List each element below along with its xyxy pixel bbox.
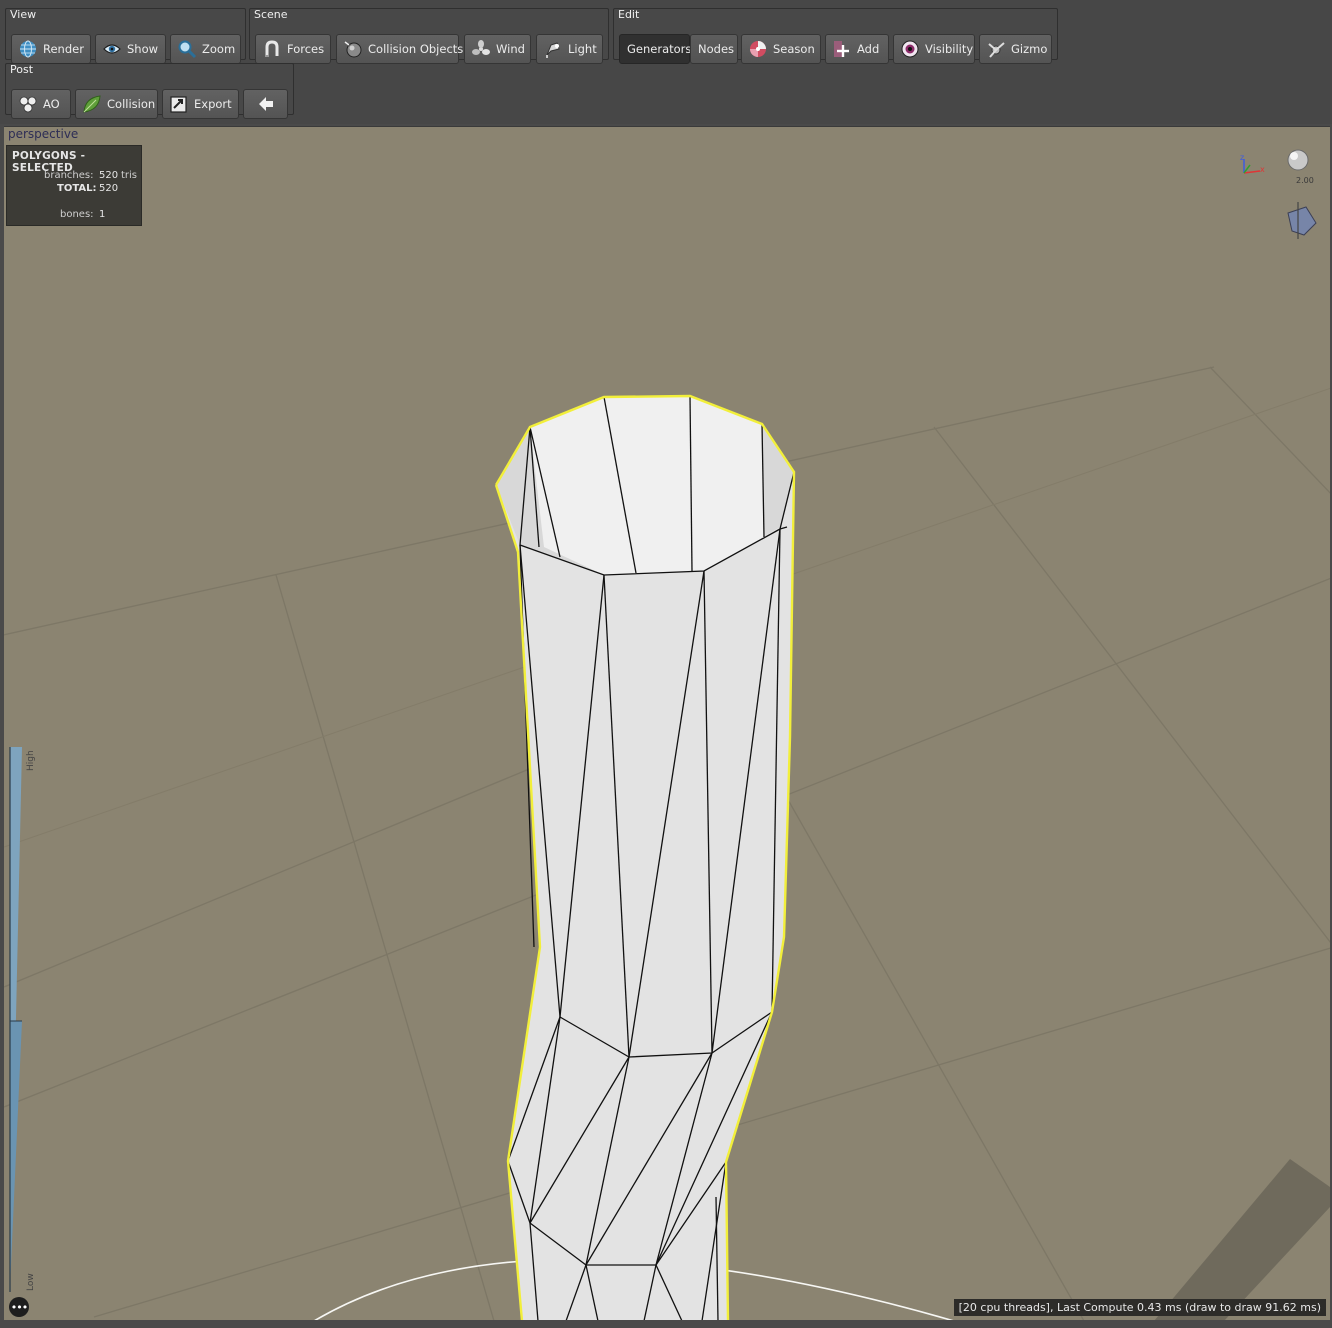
collision-sphere-icon [343,39,363,59]
ao-button[interactable]: AO [11,89,71,119]
bones-label: bones: [60,209,94,220]
bottom-strip [0,1320,1332,1328]
season-label: Season [773,42,815,56]
spotlight-icon [543,39,563,59]
export-label: Export [194,97,232,111]
edit-group-title: Edit [618,8,640,21]
fan-icon [471,39,491,59]
more-options-button[interactable]: ••• [9,1297,29,1317]
magnifier-icon [177,39,197,59]
status-bar: [20 cpu threads], Last Compute 0.43 ms (… [953,1299,1326,1316]
edit-group: Edit Generators Nodes Season Add Visibil… [613,8,1058,64]
show-label: Show [127,42,159,56]
shadow-shape [1154,1159,1330,1320]
light-button[interactable]: Light [536,34,603,64]
gauge-low-label: Low [26,1273,36,1291]
globe-icon [18,39,38,59]
zoom-label: Zoom [202,42,236,56]
camera-light-icon[interactable] [1287,149,1309,171]
ao-label: AO [43,97,60,111]
trunk-mesh[interactable] [494,394,796,1320]
generators-tab[interactable]: Generators [619,34,692,64]
toolbar-area: View Render Show Zoom Scene Forces Colli… [0,0,1332,124]
view-group-title: View [10,8,37,21]
gizmo-scale-value: 2.00 [1296,176,1314,185]
gizmo-button[interactable]: Gizmo [979,34,1052,64]
total-value: 520 [99,183,119,194]
collision-objects-label: Collision Objects [368,42,464,56]
axis-indicator [1243,159,1261,174]
add-button[interactable]: Add [825,34,889,64]
scene-group: Scene Forces Collision Objects Wind Ligh… [249,8,609,64]
zoom-button[interactable]: Zoom [170,34,241,64]
nodes-label: Nodes [698,42,735,56]
gauge-high-label: High [26,750,36,771]
post-group-title: Post [10,63,34,76]
view-group: View Render Show Zoom [5,8,246,64]
magnet-icon [262,39,282,59]
back-arrow-icon [256,94,276,114]
axis-x-label: x [1260,165,1265,174]
axis-z-label: z [1240,153,1245,162]
render-button[interactable]: Render [11,34,91,64]
add-plus-icon [832,39,852,59]
forces-button[interactable]: Forces [255,34,331,64]
branches-value: 520 [99,170,119,181]
scene-group-title: Scene [254,8,288,21]
forces-label: Forces [287,42,325,56]
view-cube-icon[interactable] [1287,202,1317,239]
ao-spheres-icon [18,94,38,114]
total-label: TOTAL: [57,183,97,194]
post-group: Post AO Collision Export [5,63,294,119]
camera-label[interactable]: perspective [8,127,78,141]
3d-viewport[interactable]: perspective POLYGONS - SELECTED branches… [4,126,1330,1320]
polygon-stats-panel: POLYGONS - SELECTED branches: 520 tris T… [6,145,142,226]
export-button[interactable]: Export [162,89,239,119]
gizmo-label: Gizmo [1011,42,1048,56]
season-wheel-icon [748,39,768,59]
export-icon [169,94,189,114]
back-button[interactable] [243,89,288,119]
wind-label: Wind [496,42,525,56]
lod-gauge [9,747,22,1292]
wind-button[interactable]: Wind [464,34,531,64]
collision-objects-button[interactable]: Collision Objects [336,34,463,64]
generators-label: Generators [627,42,692,56]
leaf-icon [82,94,102,114]
collision-label: Collision [107,97,156,111]
render-label: Render [43,42,84,56]
visibility-label: Visibility [925,42,974,56]
branches-unit: tris [121,170,138,181]
add-label: Add [857,42,880,56]
bones-value: 1 [99,209,106,220]
visibility-eye-icon [900,39,920,59]
light-label: Light [568,42,597,56]
collision-button[interactable]: Collision [75,89,158,119]
branches-label: branches: [44,170,94,181]
season-button[interactable]: Season [741,34,821,64]
visibility-button[interactable]: Visibility [893,34,975,64]
nodes-tab[interactable]: Nodes [690,34,738,64]
gizmo-icon [986,39,1006,59]
scene-canvas[interactable] [4,127,1330,1320]
eye-icon [102,39,122,59]
show-button[interactable]: Show [95,34,166,64]
